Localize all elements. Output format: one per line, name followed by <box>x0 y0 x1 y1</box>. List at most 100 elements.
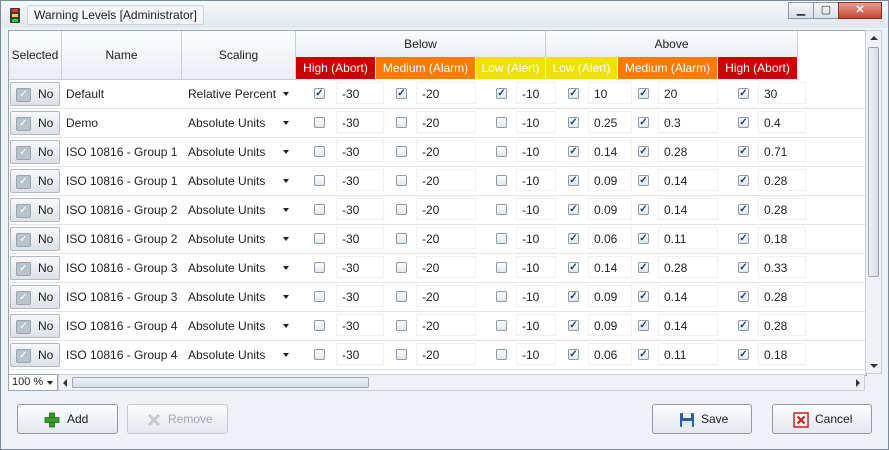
above-high-abort-checkbox[interactable]: ✓ <box>738 146 749 157</box>
below-low-alert-value-input[interactable]: -10 <box>516 285 556 307</box>
below-low-alert-value-input[interactable]: -10 <box>516 82 556 104</box>
above-low-alert-value-input[interactable]: 0.09 <box>588 314 632 336</box>
vertical-scroll-thumb[interactable] <box>868 47 879 277</box>
selected-toggle-button[interactable]: ✓ No <box>10 227 60 251</box>
scaling-dropdown[interactable]: Relative Percent <box>188 80 295 108</box>
above-low-alert-value-input[interactable]: 0.06 <box>588 343 632 365</box>
above-low-alert-checkbox[interactable]: ✓ <box>568 291 579 302</box>
below-high-abort-value-input[interactable]: -30 <box>336 343 384 365</box>
name-cell[interactable]: Default <box>66 80 181 108</box>
table-row[interactable]: ✓ No ISO 10816 - Group 1 Absolute Units … <box>9 167 866 196</box>
above-high-abort-checkbox[interactable]: ✓ <box>738 349 749 360</box>
name-cell[interactable]: ISO 10816 - Group 3 <box>66 254 181 282</box>
above-high-abort-checkbox[interactable]: ✓ <box>738 117 749 128</box>
scaling-dropdown[interactable]: Absolute Units <box>188 167 295 195</box>
above-medium-alarm-value-input[interactable]: 0.14 <box>658 169 718 191</box>
above-low-alert-checkbox[interactable]: ✓ <box>568 349 579 360</box>
below-high-abort-checkbox[interactable] <box>314 175 325 186</box>
table-row[interactable]: ✓ No ISO 10816 - Group 3 Absolute Units … <box>9 254 866 283</box>
above-low-alert-checkbox[interactable]: ✓ <box>568 204 579 215</box>
table-row[interactable]: ✓ No ISO 10816 - Group 2 Absolute Units … <box>9 196 866 225</box>
below-high-abort-value-input[interactable]: -30 <box>336 82 384 104</box>
save-button[interactable]: Save <box>652 404 752 434</box>
above-low-alert-checkbox[interactable]: ✓ <box>568 88 579 99</box>
below-low-alert-value-input[interactable]: -10 <box>516 256 556 278</box>
below-high-abort-checkbox[interactable] <box>314 320 325 331</box>
minimize-button[interactable]: ▁ <box>788 2 814 19</box>
below-high-abort-value-input[interactable]: -30 <box>336 198 384 220</box>
below-low-alert-value-input[interactable]: -10 <box>516 198 556 220</box>
below-medium-alarm-checkbox[interactable] <box>396 291 407 302</box>
below-low-alert-checkbox[interactable] <box>496 204 507 215</box>
name-cell[interactable]: ISO 10816 - Group 4 <box>66 341 181 369</box>
below-medium-alarm-value-input[interactable]: -20 <box>416 227 476 249</box>
add-button[interactable]: Add <box>17 404 118 434</box>
scaling-dropdown[interactable]: Absolute Units <box>188 341 295 369</box>
below-high-abort-value-input[interactable]: -30 <box>336 169 384 191</box>
below-medium-alarm-value-input[interactable]: -20 <box>416 314 476 336</box>
above-medium-alarm-value-input[interactable]: 0.14 <box>658 198 718 220</box>
name-cell[interactable]: ISO 10816 - Group 2 <box>66 225 181 253</box>
below-high-abort-checkbox[interactable]: ✓ <box>314 88 325 99</box>
selected-toggle-button[interactable]: ✓ No <box>10 82 60 106</box>
selected-toggle-button[interactable]: ✓ No <box>10 198 60 222</box>
above-high-abort-header[interactable]: High (Abort) <box>718 57 798 79</box>
above-low-alert-checkbox[interactable]: ✓ <box>568 262 579 273</box>
above-medium-alarm-value-input[interactable]: 0.28 <box>658 140 718 162</box>
above-medium-alarm-value-input[interactable]: 0.11 <box>658 227 718 249</box>
below-high-abort-checkbox[interactable] <box>314 233 325 244</box>
above-high-abort-checkbox[interactable]: ✓ <box>738 291 749 302</box>
above-medium-alarm-checkbox[interactable]: ✓ <box>638 88 649 99</box>
below-low-alert-checkbox[interactable] <box>496 233 507 244</box>
above-high-abort-value-input[interactable]: 0.28 <box>758 285 806 307</box>
below-low-alert-value-input[interactable]: -10 <box>516 343 556 365</box>
below-medium-alarm-value-input[interactable]: -20 <box>416 169 476 191</box>
scroll-right-arrow-icon[interactable] <box>856 379 860 387</box>
below-medium-alarm-checkbox[interactable] <box>396 175 407 186</box>
above-medium-alarm-checkbox[interactable]: ✓ <box>638 349 649 360</box>
table-row[interactable]: ✓ No ISO 10816 - Group 1 Absolute Units … <box>9 138 866 167</box>
above-low-alert-checkbox[interactable]: ✓ <box>568 117 579 128</box>
name-cell[interactable]: ISO 10816 - Group 1 <box>66 167 181 195</box>
below-medium-alarm-checkbox[interactable] <box>396 233 407 244</box>
column-header-name[interactable]: Name <box>62 31 182 80</box>
zoom-select[interactable]: 100 % <box>8 374 58 391</box>
below-medium-alarm-checkbox[interactable] <box>396 262 407 273</box>
name-cell[interactable]: Demo <box>66 109 181 137</box>
above-low-alert-header[interactable]: Low (Alert) <box>546 57 618 79</box>
above-high-abort-value-input[interactable]: 0.4 <box>758 111 806 133</box>
above-high-abort-checkbox[interactable]: ✓ <box>738 175 749 186</box>
selected-toggle-button[interactable]: ✓ No <box>10 285 60 309</box>
below-low-alert-checkbox[interactable]: ✓ <box>496 88 507 99</box>
below-medium-alarm-checkbox[interactable] <box>396 146 407 157</box>
maximize-button[interactable]: ▢ <box>813 2 839 19</box>
scaling-dropdown[interactable]: Absolute Units <box>188 138 295 166</box>
below-high-abort-checkbox[interactable] <box>314 349 325 360</box>
below-low-alert-checkbox[interactable] <box>496 146 507 157</box>
table-row[interactable]: ✓ No ISO 10816 - Group 3 Absolute Units … <box>9 283 866 312</box>
close-window-button[interactable]: ✕ <box>838 2 882 19</box>
above-low-alert-checkbox[interactable]: ✓ <box>568 320 579 331</box>
selected-toggle-button[interactable]: ✓ No <box>10 140 60 164</box>
scaling-dropdown[interactable]: Absolute Units <box>188 254 295 282</box>
scaling-dropdown[interactable]: Absolute Units <box>188 109 295 137</box>
below-medium-alarm-value-input[interactable]: -20 <box>416 285 476 307</box>
below-medium-alarm-header[interactable]: Medium (Alarm) <box>376 57 476 79</box>
above-high-abort-checkbox[interactable]: ✓ <box>738 233 749 244</box>
scaling-dropdown[interactable]: Absolute Units <box>188 283 295 311</box>
below-medium-alarm-checkbox[interactable] <box>396 349 407 360</box>
above-low-alert-value-input[interactable]: 0.25 <box>588 111 632 133</box>
above-low-alert-checkbox[interactable]: ✓ <box>568 175 579 186</box>
table-row[interactable]: ✓ No ISO 10816 - Group 4 Absolute Units … <box>9 341 866 370</box>
above-medium-alarm-checkbox[interactable]: ✓ <box>638 291 649 302</box>
above-medium-alarm-checkbox[interactable]: ✓ <box>638 175 649 186</box>
below-medium-alarm-checkbox[interactable] <box>396 320 407 331</box>
below-high-abort-value-input[interactable]: -30 <box>336 140 384 162</box>
above-high-abort-checkbox[interactable]: ✓ <box>738 204 749 215</box>
below-medium-alarm-value-input[interactable]: -20 <box>416 256 476 278</box>
below-medium-alarm-value-input[interactable]: -20 <box>416 198 476 220</box>
below-medium-alarm-value-input[interactable]: -20 <box>416 82 476 104</box>
below-low-alert-checkbox[interactable] <box>496 117 507 128</box>
vertical-scrollbar[interactable] <box>865 30 882 374</box>
above-medium-alarm-checkbox[interactable]: ✓ <box>638 320 649 331</box>
